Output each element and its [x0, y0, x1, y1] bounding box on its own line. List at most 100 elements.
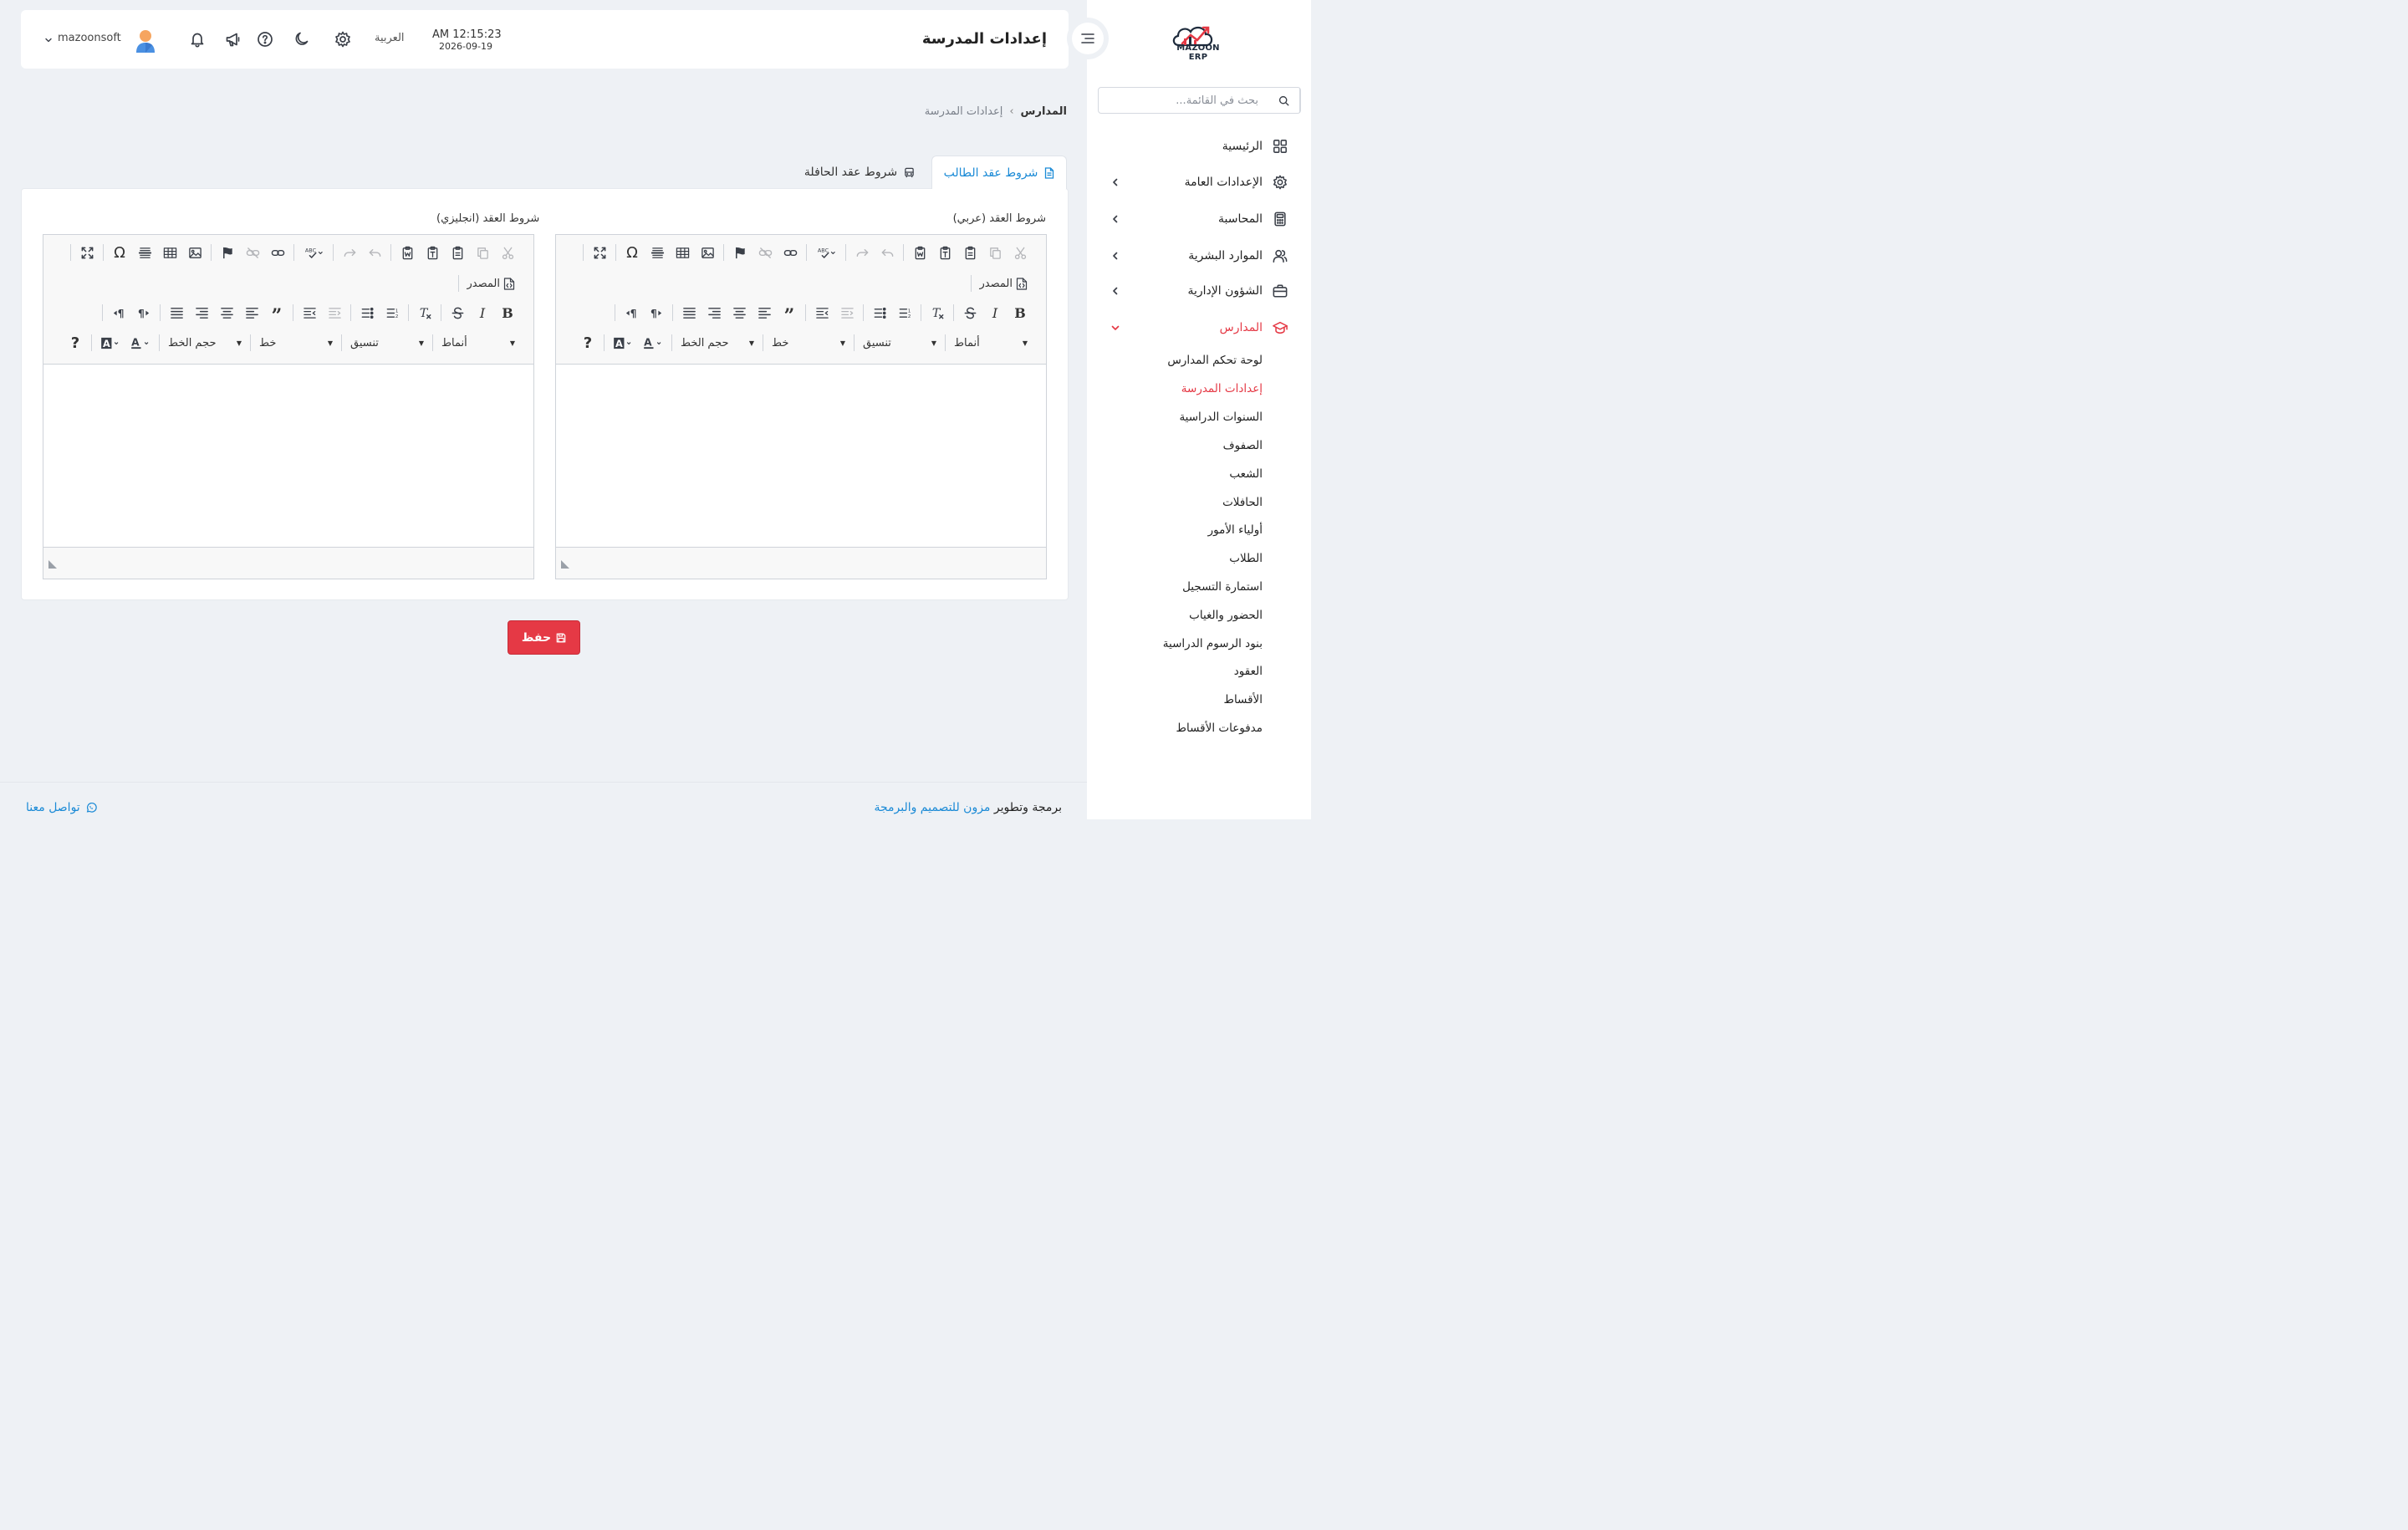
maximize-icon[interactable]	[74, 241, 99, 264]
font-size-dropdown[interactable]: حجم الخط ▼	[163, 333, 247, 353]
blockquote-icon[interactable]: ”	[264, 301, 289, 327]
spellcheck-icon[interactable]: ABC	[810, 241, 842, 264]
align-justify-icon[interactable]	[164, 301, 189, 324]
horizontal-rule-icon[interactable]	[645, 241, 670, 264]
source-button[interactable]: المصدر	[462, 278, 520, 290]
strikethrough-icon[interactable]	[445, 301, 470, 324]
contact-us-link[interactable]: تواصل معنا	[26, 801, 97, 814]
breadcrumb-parent[interactable]: المدارس	[1021, 105, 1067, 118]
styles-dropdown[interactable]: أنماط ▼	[949, 333, 1033, 353]
sidebar-subitem-installment-payments[interactable]: مدفوعات الأقساط	[1176, 722, 1263, 735]
username[interactable]: mazoonsoft	[58, 32, 121, 44]
bell-icon[interactable]	[188, 30, 207, 48]
undo-icon[interactable]	[362, 241, 387, 264]
indent-icon[interactable]	[809, 301, 834, 324]
settings-gear-icon[interactable]	[334, 30, 352, 48]
font-dropdown[interactable]: خط ▼	[254, 333, 338, 353]
ltr-direction-icon[interactable]: ¶	[644, 301, 669, 324]
sidebar-toggle[interactable]	[1067, 18, 1109, 59]
italic-button[interactable]: I	[982, 301, 1008, 324]
save-button[interactable]: حفظ	[508, 620, 580, 655]
align-justify-icon[interactable]	[676, 301, 701, 324]
outdent-icon[interactable]	[322, 301, 347, 324]
sidebar-subitem-buses[interactable]: الحافلات	[1222, 496, 1263, 509]
format-dropdown[interactable]: تنسيق ▼	[345, 333, 429, 353]
format-dropdown[interactable]: تنسيق ▼	[858, 333, 941, 353]
resize-handle-icon[interactable]	[48, 560, 57, 569]
sidebar-subitem-contracts[interactable]: العقود	[1234, 665, 1263, 678]
cut-icon[interactable]	[1008, 241, 1033, 264]
text-color-icon[interactable]: A	[125, 331, 156, 354]
copy-icon[interactable]	[982, 241, 1008, 264]
numbered-list-icon[interactable]: 12	[892, 301, 917, 324]
paste-word-icon[interactable]	[907, 241, 932, 264]
help-button[interactable]: ?	[63, 331, 88, 354]
sidebar-item-home[interactable]: الرئيسية	[1087, 130, 1311, 163]
tab-bus-contract[interactable]: شروط عقد الحافلة	[801, 156, 918, 189]
sidebar-search-input[interactable]	[1099, 88, 1268, 113]
search-icon[interactable]	[1268, 88, 1300, 113]
editor-content-area[interactable]	[556, 365, 1046, 547]
align-right-icon[interactable]	[189, 301, 214, 324]
sidebar-subitem-guardians[interactable]: أولياء الأمور	[1208, 523, 1263, 537]
align-left-icon[interactable]	[752, 301, 777, 324]
megaphone-icon[interactable]	[224, 30, 242, 48]
align-right-icon[interactable]	[701, 301, 727, 324]
special-char-icon[interactable]: Ω	[107, 241, 132, 264]
source-button[interactable]: المصدر	[975, 278, 1033, 290]
align-center-icon[interactable]	[214, 301, 239, 324]
sidebar-item-schools[interactable]: المدارس	[1087, 311, 1311, 344]
paste-icon[interactable]	[445, 241, 470, 264]
paste-icon[interactable]	[957, 241, 982, 264]
italic-button[interactable]: I	[470, 301, 495, 324]
font-size-dropdown[interactable]: حجم الخط ▼	[676, 333, 759, 353]
bullet-list-icon[interactable]	[867, 301, 892, 324]
indent-icon[interactable]	[297, 301, 322, 324]
link-icon[interactable]	[778, 241, 803, 264]
sidebar-item-admin-affairs[interactable]: الشؤون الإدارية	[1087, 274, 1311, 308]
sidebar-subitem-attendance[interactable]: الحضور والغياب	[1189, 609, 1263, 622]
sidebar-item-accounting[interactable]: المحاسبة	[1087, 202, 1311, 236]
bullet-list-icon[interactable]	[355, 301, 380, 324]
align-center-icon[interactable]	[727, 301, 752, 324]
sidebar-subitem-fee-items[interactable]: بنود الرسوم الدراسية	[1163, 637, 1263, 650]
rtl-direction-icon[interactable]: ¶	[106, 301, 131, 324]
help-icon[interactable]	[256, 30, 274, 48]
undo-icon[interactable]	[875, 241, 900, 264]
table-icon[interactable]	[157, 241, 182, 264]
text-color-icon[interactable]: A	[638, 331, 668, 354]
cut-icon[interactable]	[495, 241, 520, 264]
chevron-down-icon[interactable]	[44, 36, 53, 44]
resize-handle-icon[interactable]	[561, 560, 569, 569]
blockquote-icon[interactable]: ”	[777, 301, 802, 327]
special-char-icon[interactable]: Ω	[620, 241, 645, 264]
user-avatar[interactable]	[134, 28, 157, 54]
sidebar-subitem-students[interactable]: الطلاب	[1229, 552, 1263, 565]
font-dropdown[interactable]: خط ▼	[767, 333, 850, 353]
sidebar-subitem-school-settings[interactable]: إعدادات المدرسة	[1181, 382, 1263, 395]
sidebar-subitem-schools-dashboard[interactable]: لوحة تحكم المدارس	[1167, 354, 1263, 367]
help-button[interactable]: ?	[575, 331, 600, 354]
editor-content-area[interactable]	[43, 365, 533, 547]
rtl-direction-icon[interactable]: ¶	[619, 301, 644, 324]
link-icon[interactable]	[265, 241, 290, 264]
sidebar-subitem-installments[interactable]: الأقساط	[1223, 693, 1263, 706]
image-icon[interactable]	[182, 241, 207, 264]
moon-icon[interactable]	[293, 30, 311, 48]
paste-word-icon[interactable]	[395, 241, 420, 264]
language-switch[interactable]: العربية	[375, 32, 405, 44]
redo-icon[interactable]	[337, 241, 362, 264]
bold-button[interactable]: B	[1008, 301, 1033, 324]
sidebar-item-hr[interactable]: الموارد البشرية	[1087, 239, 1311, 273]
sidebar-subitem-academic-years[interactable]: السنوات الدراسية	[1179, 411, 1263, 424]
brand-logo[interactable]: MAZOON ERP	[1167, 20, 1229, 62]
background-color-icon[interactable]: A	[95, 331, 125, 354]
sidebar-item-general-settings[interactable]: الإعدادات العامة	[1087, 166, 1311, 199]
remove-format-icon[interactable]: T	[925, 301, 950, 324]
unlink-icon[interactable]	[752, 241, 778, 264]
remove-format-icon[interactable]: T	[412, 301, 437, 324]
numbered-list-icon[interactable]: 12	[380, 301, 405, 324]
maximize-icon[interactable]	[587, 241, 612, 264]
sidebar-subitem-sections[interactable]: الشعب	[1229, 467, 1263, 481]
background-color-icon[interactable]: A	[608, 331, 638, 354]
